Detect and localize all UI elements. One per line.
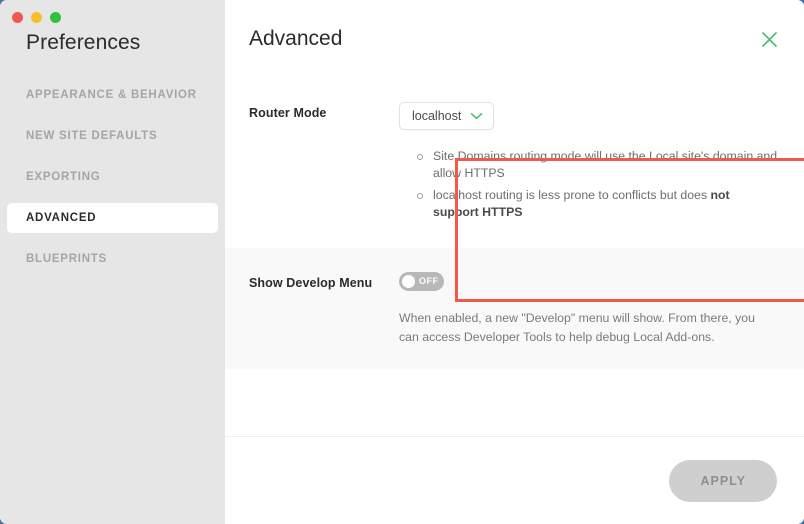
sidebar-item-label: NEW SITE DEFAULTS xyxy=(26,130,158,142)
show-develop-menu-control: OFF When enabled, a new "Develop" menu w… xyxy=(399,271,778,347)
window-minimize-button[interactable] xyxy=(31,12,42,23)
show-develop-menu-toggle[interactable]: OFF xyxy=(399,271,444,291)
toggle-state-label: OFF xyxy=(419,276,439,287)
preferences-title: Preferences xyxy=(26,31,141,54)
hint-text: localhost routing is less prone to confl… xyxy=(433,187,711,202)
router-mode-hints: Site Domains routing mode will use the L… xyxy=(417,148,778,222)
show-develop-menu-description: When enabled, a new "Develop" menu will … xyxy=(399,310,755,344)
sidebar-item-label: APPEARANCE & BEHAVIOR xyxy=(26,89,197,101)
sidebar-item-label: EXPORTING xyxy=(26,171,101,183)
settings-list: Router Mode localhost Site Domains routi… xyxy=(225,78,804,436)
sidebar-item-new-site-defaults[interactable]: NEW SITE DEFAULTS xyxy=(7,121,218,151)
show-develop-menu-label: Show Develop Menu xyxy=(249,275,373,290)
preferences-window: Preferences APPEARANCE & BEHAVIOR NEW SI… xyxy=(0,0,804,524)
main-footer: APPLY xyxy=(225,436,804,524)
router-mode-selected-value: localhost xyxy=(412,109,462,123)
sidebar-item-label: BLUEPRINTS xyxy=(26,253,107,265)
close-preferences-button[interactable] xyxy=(756,26,782,52)
router-mode-select[interactable]: localhost xyxy=(399,102,495,130)
router-mode-label: Router Mode xyxy=(249,106,327,120)
hint-item: localhost routing is less prone to confl… xyxy=(417,187,778,222)
window-maximize-button[interactable] xyxy=(50,12,61,23)
page-title: Advanced xyxy=(249,27,343,50)
setting-row-router-mode: Router Mode localhost Site Domains routi… xyxy=(225,78,804,248)
close-x-icon xyxy=(761,31,777,47)
chevron-down-icon xyxy=(471,113,483,120)
hint-item: Site Domains routing mode will use the L… xyxy=(417,148,778,183)
sidebar-item-appearance-behavior[interactable]: APPEARANCE & BEHAVIOR xyxy=(7,80,218,110)
main-header: Advanced xyxy=(225,0,804,78)
sidebar: Preferences APPEARANCE & BEHAVIOR NEW SI… xyxy=(0,0,225,524)
sidebar-item-blueprints[interactable]: BLUEPRINTS xyxy=(7,244,218,274)
toggle-knob xyxy=(402,274,415,288)
window-traffic-lights xyxy=(0,0,225,26)
hint-text: Site Domains routing mode will use the L… xyxy=(433,149,778,181)
main-panel: Advanced Router Mode localhost Site Doma… xyxy=(225,0,804,524)
setting-row-show-develop-menu: Show Develop Menu OFF When enabled, a ne… xyxy=(225,247,804,369)
sidebar-nav: APPEARANCE & BEHAVIOR NEW SITE DEFAULTS … xyxy=(0,80,225,274)
apply-button[interactable]: APPLY xyxy=(669,459,777,502)
window-close-button[interactable] xyxy=(12,12,23,23)
sidebar-item-advanced[interactable]: ADVANCED xyxy=(7,203,218,233)
sidebar-item-label: ADVANCED xyxy=(26,212,97,224)
sidebar-item-exporting[interactable]: EXPORTING xyxy=(7,162,218,192)
router-mode-control: localhost Site Domains routing mode will… xyxy=(399,102,778,226)
